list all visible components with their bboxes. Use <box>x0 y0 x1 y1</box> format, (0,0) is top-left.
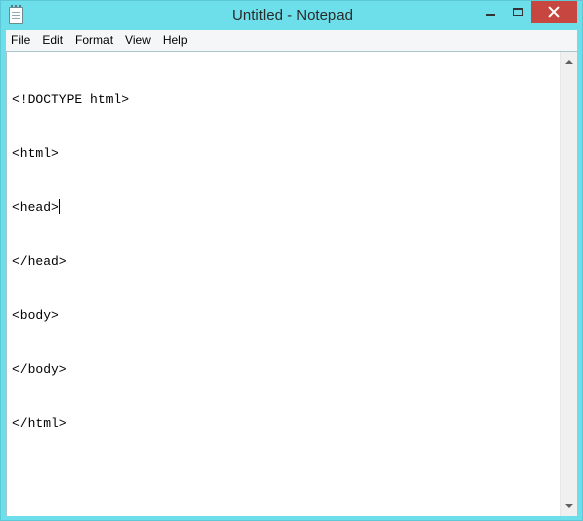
code-line: <body> <box>12 308 59 323</box>
menu-edit[interactable]: Edit <box>36 30 69 51</box>
minimize-button[interactable] <box>475 1 505 23</box>
maximize-button[interactable] <box>504 1 531 23</box>
close-icon <box>548 6 560 18</box>
menu-help[interactable]: Help <box>157 30 194 51</box>
code-line-text: <head> <box>12 200 59 215</box>
chevron-up-icon <box>565 60 573 64</box>
code-line: </html> <box>12 416 67 431</box>
maximize-icon <box>512 8 523 16</box>
scroll-up-button[interactable] <box>561 54 577 70</box>
notepad-window: Untitled - Notepad File Edit Format View… <box>0 0 583 521</box>
scroll-down-button[interactable] <box>561 498 577 514</box>
menu-file[interactable]: File <box>6 30 36 51</box>
chevron-down-icon <box>565 504 573 508</box>
close-button[interactable] <box>531 1 577 23</box>
title-bar[interactable]: Untitled - Notepad <box>1 1 582 30</box>
code-line: </body> <box>12 362 67 377</box>
editor-text[interactable]: <!DOCTYPE html> <html> <head> </head> <b… <box>12 55 557 469</box>
menu-format[interactable]: Format <box>69 30 119 51</box>
vertical-scrollbar[interactable] <box>560 52 577 516</box>
text-caret <box>58 199 60 214</box>
menu-bar: File Edit Format View Help <box>6 30 577 51</box>
code-line: <!DOCTYPE html> <box>12 92 130 107</box>
code-line: <html> <box>12 146 59 161</box>
code-line: </head> <box>12 254 67 269</box>
code-line-caret: <head> <box>12 199 557 217</box>
text-editor[interactable]: <!DOCTYPE html> <html> <head> </head> <b… <box>6 51 577 516</box>
menu-view[interactable]: View <box>119 30 157 51</box>
minimize-icon <box>485 14 495 16</box>
